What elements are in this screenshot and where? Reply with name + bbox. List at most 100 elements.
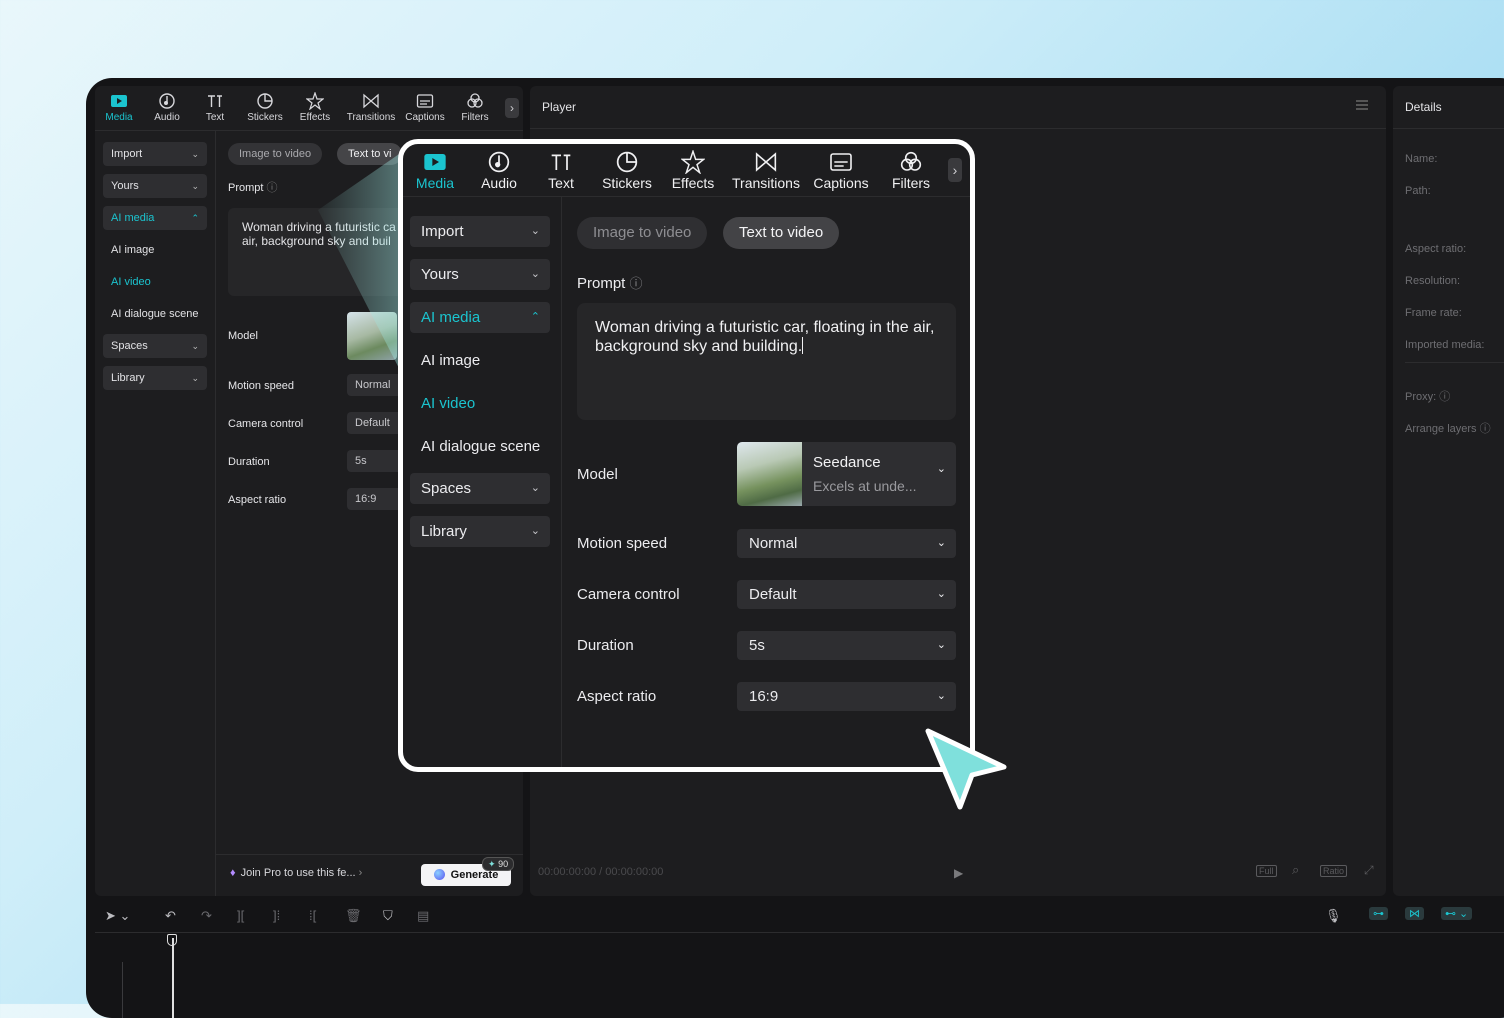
- sidebar-item-spaces[interactable]: Spaces ⌄: [410, 473, 550, 504]
- play-icon[interactable]: ▶: [954, 866, 963, 880]
- camera-control-select[interactable]: Default ⌄: [737, 580, 956, 609]
- chevron-down-icon: ⌄: [530, 268, 540, 280]
- motion-speed-select[interactable]: Normal ⌄: [737, 529, 956, 558]
- sidebar-item-import[interactable]: Import ⌄: [103, 142, 207, 166]
- zoom-icon[interactable]: ⌕: [1290, 862, 1301, 878]
- sidebar-item-ai-media[interactable]: AI media ⌃: [410, 302, 550, 333]
- tab-captions[interactable]: Captions: [401, 92, 449, 123]
- tabs-more-button[interactable]: ›: [505, 98, 519, 118]
- audio-icon: [159, 93, 175, 109]
- sidebar-item-ai-media[interactable]: AI media ⌃: [103, 206, 207, 230]
- effects-icon: [681, 150, 705, 174]
- sidebar-item-spaces[interactable]: Spaces ⌄: [103, 334, 207, 358]
- sidebar-item-import[interactable]: Import ⌄: [410, 216, 550, 247]
- credits-badge: ✦ 90: [482, 857, 515, 871]
- chevron-down-icon: ⌄: [191, 341, 199, 351]
- sidebar-item-ai-image[interactable]: AI image: [421, 352, 480, 369]
- text-to-video-tab[interactable]: Text to vi: [337, 143, 403, 165]
- tab-stickers[interactable]: Stickers: [599, 150, 655, 191]
- tab-media[interactable]: Media: [411, 150, 459, 191]
- tab-label: Filters: [891, 175, 931, 191]
- media-icon: [424, 154, 446, 170]
- tab-media[interactable]: Media: [95, 92, 143, 123]
- prompt-input[interactable]: Woman driving a futuristic car, floating…: [577, 303, 956, 420]
- sidebar-item-ai-dialogue[interactable]: AI dialogue scene: [111, 308, 198, 320]
- tab-filters[interactable]: Filters: [887, 150, 935, 191]
- tab-captions[interactable]: Captions: [811, 150, 871, 191]
- marker-icon[interactable]: ⛉: [383, 908, 393, 924]
- text-icon: [551, 154, 571, 170]
- info-icon: ⓘ: [629, 276, 643, 291]
- text-icon: [208, 95, 222, 107]
- join-pro-link[interactable]: ♦ Join Pro to use this fe... ›: [230, 867, 362, 879]
- image-to-video-tab[interactable]: Image to video: [577, 217, 708, 249]
- image-to-video-tab[interactable]: Image to video: [228, 143, 323, 165]
- tab-audio[interactable]: Audio: [475, 150, 523, 191]
- model-name: Seedance: [813, 454, 881, 471]
- tabs-more-button[interactable]: ›: [948, 158, 962, 182]
- tab-filters[interactable]: Filters: [451, 92, 499, 123]
- tab-label: Transitions: [732, 175, 800, 191]
- menu-icon[interactable]: [1356, 100, 1368, 110]
- fullscreen-icon[interactable]: ⤢: [1362, 863, 1376, 878]
- sidebar-item-ai-video[interactable]: AI video: [421, 395, 475, 412]
- magnet-icon[interactable]: ⊷ ⌄: [1441, 907, 1473, 920]
- freeze-icon[interactable]: ▤: [417, 908, 429, 924]
- sidebar-item-library[interactable]: Library ⌄: [410, 516, 550, 547]
- tab-effects[interactable]: Effects: [669, 150, 717, 191]
- microphone-icon[interactable]: 🎙: [1325, 908, 1342, 924]
- sidebar-item-ai-image[interactable]: AI image: [111, 244, 154, 256]
- captions-icon: [830, 153, 852, 171]
- camera-control-label: Camera control: [577, 586, 680, 603]
- split-right-icon[interactable]: ⁞[: [309, 908, 316, 923]
- sidebar-item-yours[interactable]: Yours ⌄: [410, 259, 550, 290]
- delete-icon[interactable]: 🗑: [345, 908, 362, 924]
- effects-icon: [306, 92, 324, 110]
- select-tool-icon[interactable]: ➤ ⌄: [105, 908, 130, 924]
- full-button[interactable]: Full: [1256, 865, 1277, 877]
- sidebar-item-ai-video[interactable]: AI video: [111, 276, 151, 288]
- redo-icon[interactable]: ↷: [201, 908, 212, 924]
- sidebar-item-ai-dialogue[interactable]: AI dialogue scene: [421, 438, 540, 455]
- tab-label: Text: [205, 112, 225, 123]
- tab-audio[interactable]: Audio: [143, 92, 191, 123]
- chevron-down-icon: ⌄: [936, 588, 946, 600]
- tab-transitions[interactable]: Transitions: [731, 150, 801, 191]
- duration-label: Duration: [577, 637, 634, 654]
- tab-label: Captions: [813, 175, 869, 191]
- tab-text[interactable]: Text: [541, 150, 581, 191]
- sidebar-item-yours[interactable]: Yours ⌄: [103, 174, 207, 198]
- aspect-ratio-select[interactable]: 16:9 ⌄: [737, 682, 956, 711]
- tab-label: Audio: [481, 175, 517, 191]
- details-title: Details: [1405, 100, 1442, 114]
- filters-icon: [900, 151, 922, 171]
- tab-text[interactable]: Text: [191, 92, 239, 123]
- camera-control-label: Camera control: [228, 418, 304, 430]
- tab-label: Captions: [405, 112, 445, 123]
- detail-arrange-layers: Arrange layers ⓘ: [1405, 423, 1491, 435]
- link-icon[interactable]: ⊶: [1369, 907, 1388, 920]
- details-panel: Details Name: Path: Aspect ratio: Resolu…: [1393, 86, 1504, 896]
- playhead[interactable]: [172, 938, 174, 1018]
- tab-transitions[interactable]: Transitions: [345, 92, 397, 123]
- prompt-label: Prompt ⓘ: [228, 182, 278, 194]
- snap-icon[interactable]: ⋈: [1405, 907, 1424, 920]
- text-to-video-tab[interactable]: Text to video: [723, 217, 840, 249]
- chevron-down-icon: ⌄: [530, 482, 540, 494]
- tab-label: Media: [105, 112, 133, 123]
- split-icon[interactable]: ][: [237, 908, 244, 923]
- sidebar-item-library[interactable]: Library ⌄: [103, 366, 207, 390]
- duration-label: Duration: [228, 456, 270, 468]
- split-left-icon[interactable]: ]⁞: [273, 908, 280, 923]
- ratio-button[interactable]: Ratio: [1320, 865, 1348, 877]
- duration-select[interactable]: 5s ⌄: [737, 631, 956, 660]
- timeline-toolbar: ➤ ⌄ ↶ ↷ ][ ]⁞ ⁞[ 🗑 ⛉ ▤ 🎙 ⊶ ⋈ ⊷ ⌄: [95, 900, 1504, 933]
- player-header: Player: [530, 86, 1386, 129]
- tab-stickers[interactable]: Stickers: [241, 92, 289, 123]
- stickers-icon: [616, 151, 638, 173]
- chevron-down-icon: ⌄: [191, 373, 199, 383]
- undo-icon[interactable]: ↶: [165, 908, 176, 924]
- model-select[interactable]: Seedance Excels at unde... ⌄: [737, 442, 956, 506]
- tab-effects[interactable]: Effects: [291, 92, 339, 123]
- model-thumbnail[interactable]: [347, 312, 397, 360]
